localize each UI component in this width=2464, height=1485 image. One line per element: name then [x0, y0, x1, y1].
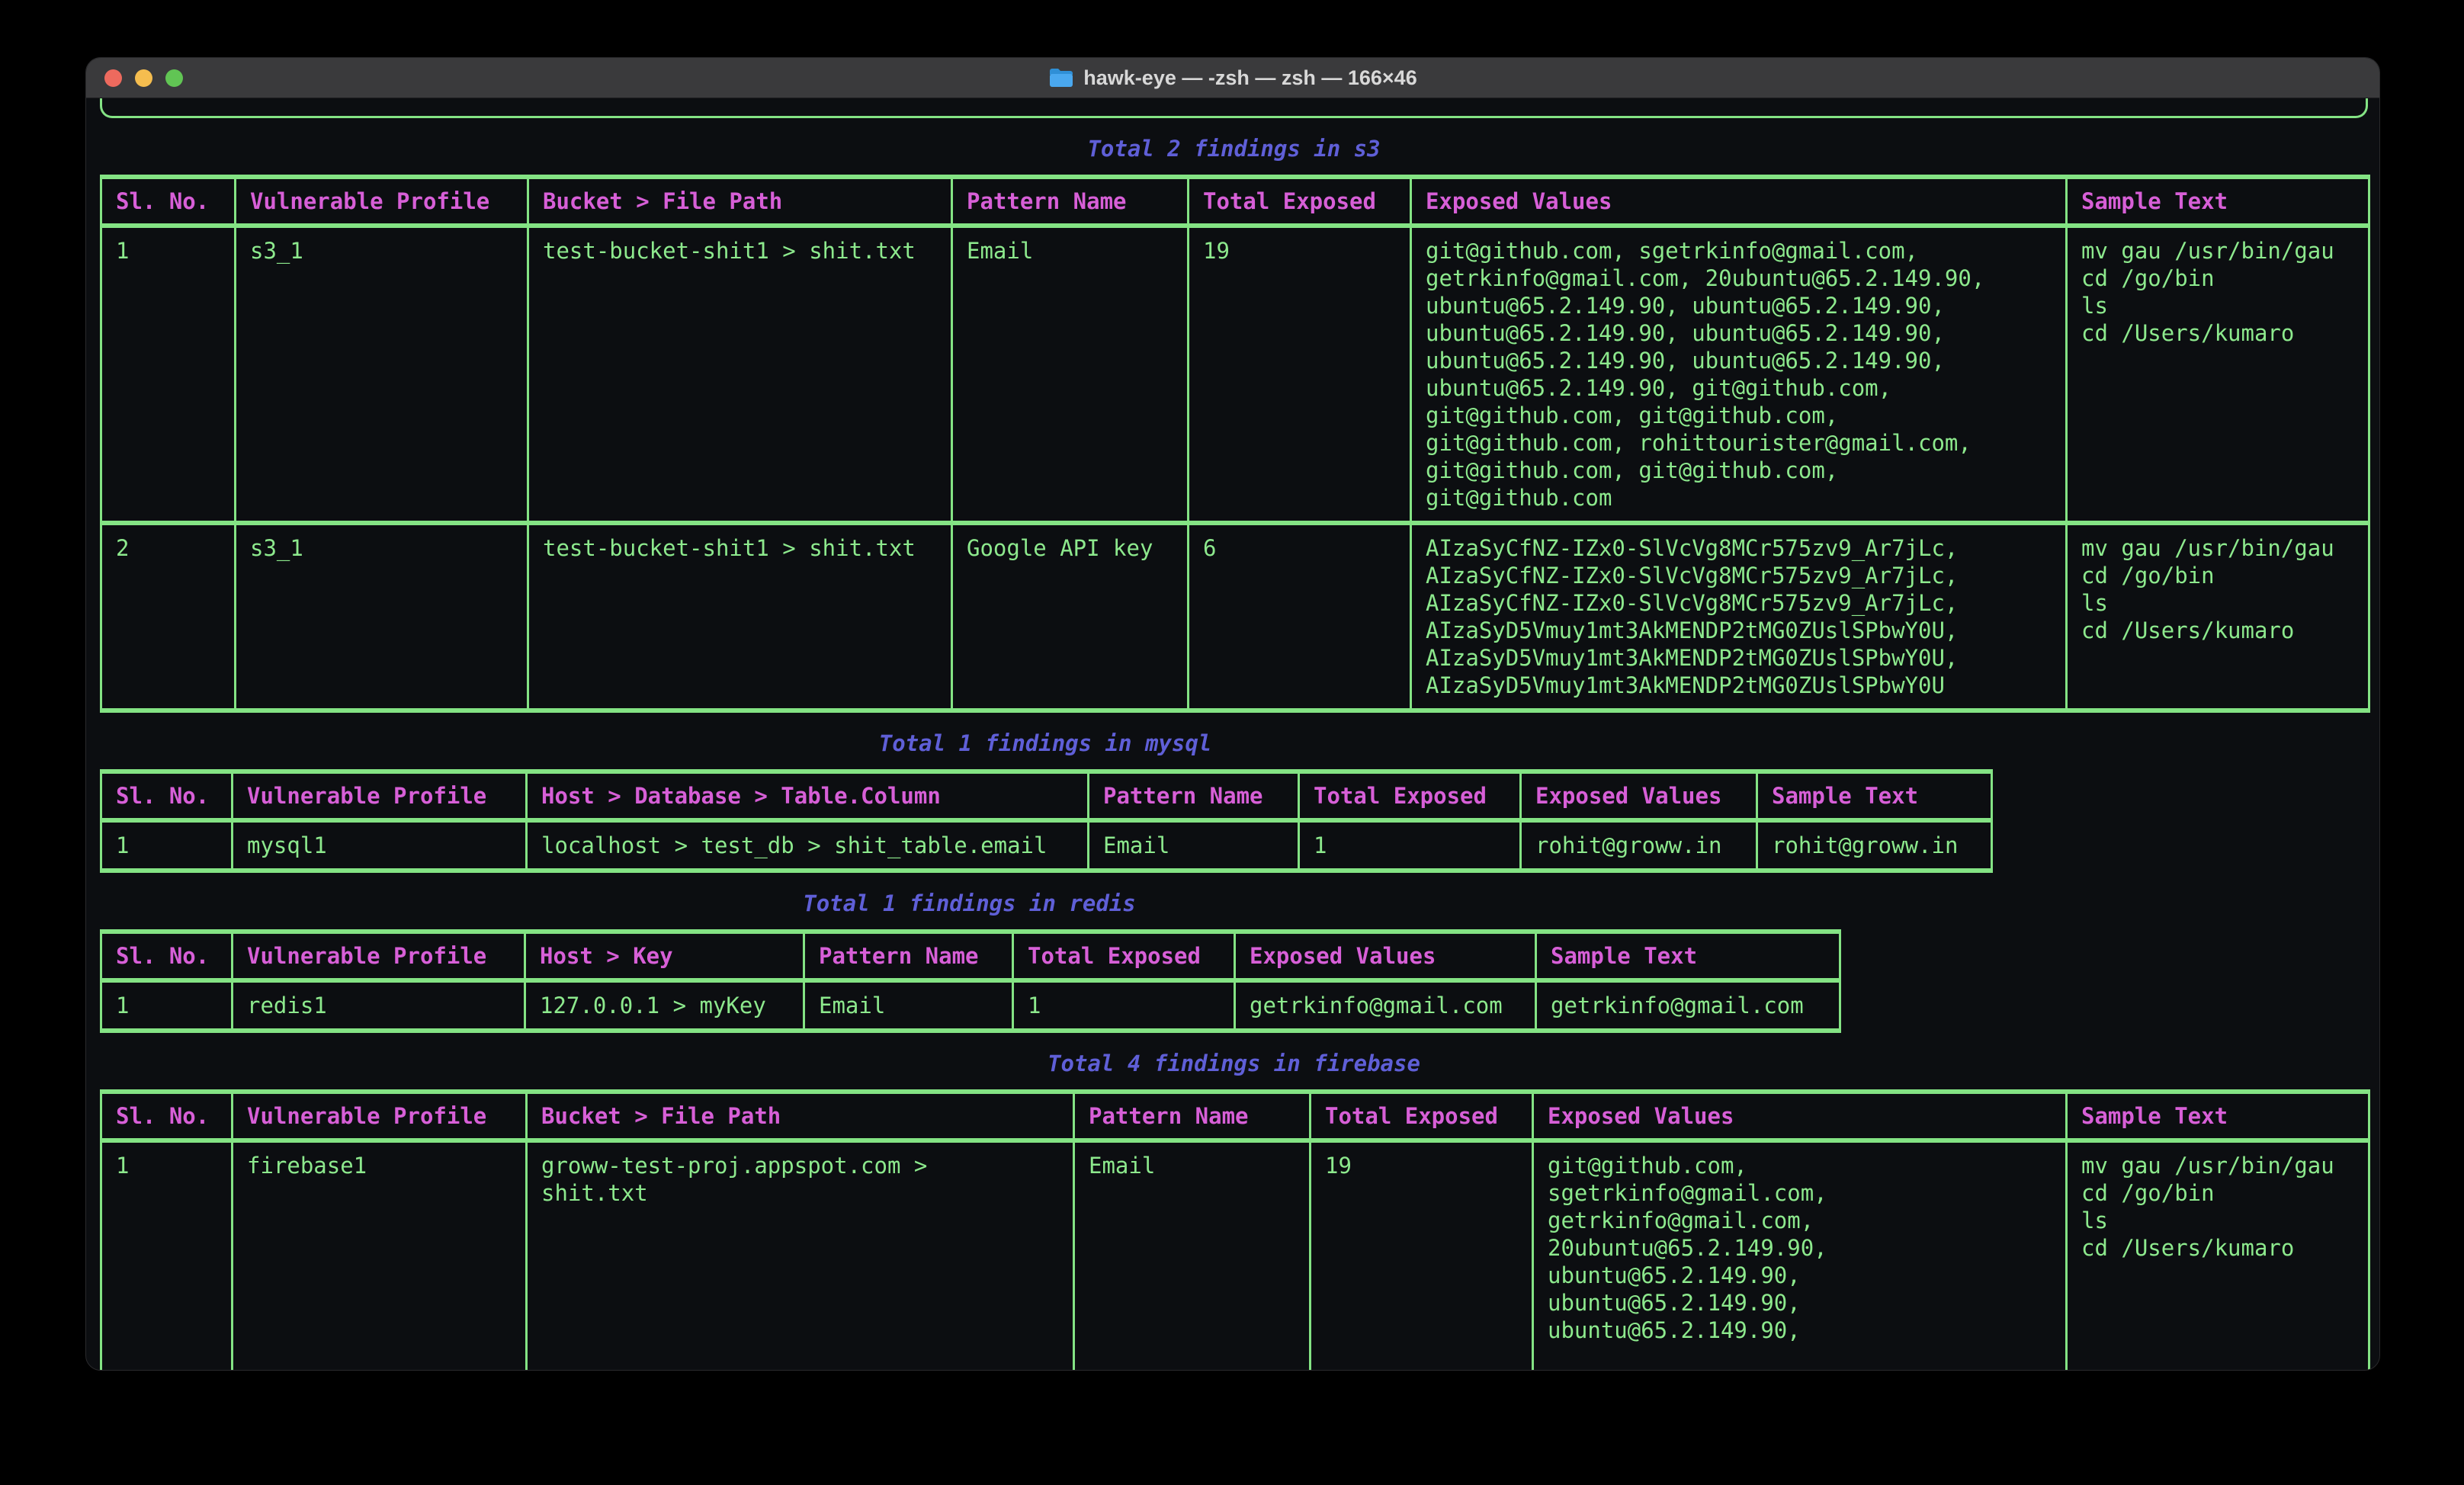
- column-header-pattern: Pattern Name: [804, 932, 1013, 980]
- column-header-pattern: Pattern Name: [952, 177, 1189, 226]
- column-header-sl-no: Sl. No.: [101, 1092, 233, 1140]
- column-header-values: Exposed Values: [1521, 771, 1757, 820]
- column-header-total: Total Exposed: [1013, 932, 1235, 980]
- redis-section-title: Total 1 findings in redis: [100, 890, 1839, 917]
- column-header-sample: Sample Text: [1757, 771, 1992, 820]
- column-header-sl-no: Sl. No.: [101, 932, 233, 980]
- cell-path: groww-test-proj.appspot.com > shit.txt: [527, 1140, 1074, 1370]
- column-header-profile: Vulnerable Profile: [233, 1092, 527, 1140]
- column-header-host: Host > Database > Table.Column: [527, 771, 1089, 820]
- cell-exposed-values: getrkinfo@gmail.com: [1235, 980, 1536, 1031]
- window-title-area: hawk-eye — -zsh — zsh — 166×46: [86, 66, 2379, 90]
- column-header-profile: Vulnerable Profile: [233, 932, 525, 980]
- close-button[interactable]: [104, 69, 122, 87]
- window-title: hawk-eye — -zsh — zsh — 166×46: [1083, 66, 1416, 90]
- cell-pattern: Email: [952, 226, 1189, 523]
- mysql-findings-table: Sl. No. Vulnerable Profile Host > Databa…: [100, 769, 1993, 873]
- folder-icon: [1048, 67, 1074, 88]
- column-header-values: Exposed Values: [1235, 932, 1536, 980]
- table-header-row: Sl. No. Vulnerable Profile Bucket > File…: [101, 177, 2369, 226]
- table-row: 1 s3_1 test-bucket-shit1 > shit.txt Emai…: [101, 226, 2369, 523]
- cell-sl-no: 1: [101, 820, 233, 871]
- cell-profile: firebase1: [233, 1140, 527, 1370]
- cell-sample-text: mv gau /usr/bin/gau cd /go/bin ls cd /Us…: [2067, 523, 2369, 710]
- terminal-window: hawk-eye — -zsh — zsh — 166×46 Total 2 f…: [85, 57, 2380, 1371]
- window-controls: [104, 58, 183, 98]
- column-header-sample: Sample Text: [2067, 177, 2369, 226]
- column-header-values: Exposed Values: [1533, 1092, 2067, 1140]
- cell-sample-text: mv gau /usr/bin/gau cd /go/bin ls cd /Us…: [2067, 226, 2369, 523]
- table-row: 1 mysql1 localhost > test_db > shit_tabl…: [101, 820, 1992, 871]
- cell-sl-no: 1: [101, 1140, 233, 1370]
- cell-profile: s3_1: [236, 226, 528, 523]
- firebase-findings-table: Sl. No. Vulnerable Profile Bucket > File…: [100, 1089, 2370, 1370]
- minimize-button[interactable]: [135, 69, 152, 87]
- cell-exposed-values: AIzaSyCfNZ-IZx0-SlVcVg8MCr575zv9_Ar7jLc,…: [1411, 523, 2067, 710]
- column-header-total: Total Exposed: [1311, 1092, 1533, 1140]
- cell-total: 19: [1189, 226, 1411, 523]
- column-header-pattern: Pattern Name: [1074, 1092, 1311, 1140]
- table-row: 1 firebase1 groww-test-proj.appspot.com …: [101, 1140, 2369, 1370]
- column-header-sl-no: Sl. No.: [101, 771, 233, 820]
- firebase-section-title: Total 4 findings in firebase: [100, 1050, 2368, 1077]
- cell-total: 1: [1299, 820, 1521, 871]
- column-header-sample: Sample Text: [2067, 1092, 2369, 1140]
- cell-total: 6: [1189, 523, 1411, 710]
- column-header-path: Bucket > File Path: [527, 1092, 1074, 1140]
- table-row: 1 redis1 127.0.0.1 > myKey Email 1 getrk…: [101, 980, 1840, 1031]
- cell-path: test-bucket-shit1 > shit.txt: [528, 523, 952, 710]
- cell-path: test-bucket-shit1 > shit.txt: [528, 226, 952, 523]
- table-row: 2 s3_1 test-bucket-shit1 > shit.txt Goog…: [101, 523, 2369, 710]
- zoom-button[interactable]: [165, 69, 183, 87]
- table-header-row: Sl. No. Vulnerable Profile Host > Databa…: [101, 771, 1992, 820]
- cell-exposed-values: git@github.com, sgetrkinfo@gmail.com, ge…: [1533, 1140, 2067, 1370]
- cell-sample-text: rohit@groww.in: [1757, 820, 1992, 871]
- column-header-host: Host > Key: [525, 932, 804, 980]
- table-header-row: Sl. No. Vulnerable Profile Bucket > File…: [101, 1092, 2369, 1140]
- cell-exposed-values: rohit@groww.in: [1521, 820, 1757, 871]
- cell-total: 19: [1311, 1140, 1533, 1370]
- cell-sl-no: 1: [101, 980, 233, 1031]
- redis-findings-table: Sl. No. Vulnerable Profile Host > Key Pa…: [100, 929, 1841, 1033]
- column-header-pattern: Pattern Name: [1089, 771, 1299, 820]
- column-header-profile: Vulnerable Profile: [233, 771, 527, 820]
- cell-profile: mysql1: [233, 820, 527, 871]
- s3-findings-table: Sl. No. Vulnerable Profile Bucket > File…: [100, 175, 2370, 713]
- cell-profile: s3_1: [236, 523, 528, 710]
- table-header-row: Sl. No. Vulnerable Profile Host > Key Pa…: [101, 932, 1840, 980]
- column-header-values: Exposed Values: [1411, 177, 2067, 226]
- column-header-total: Total Exposed: [1189, 177, 1411, 226]
- desktop-background: hawk-eye — -zsh — zsh — 166×46 Total 2 f…: [0, 0, 2464, 1485]
- s3-section-title: Total 2 findings in s3: [100, 135, 2368, 162]
- column-header-profile: Vulnerable Profile: [236, 177, 528, 226]
- cell-pattern: Email: [1074, 1140, 1311, 1370]
- titlebar: hawk-eye — -zsh — zsh — 166×46: [86, 58, 2379, 98]
- column-header-total: Total Exposed: [1299, 771, 1521, 820]
- column-header-path: Bucket > File Path: [528, 177, 952, 226]
- cell-sample-text: mv gau /usr/bin/gau cd /go/bin ls cd /Us…: [2067, 1140, 2369, 1370]
- column-header-sample: Sample Text: [1536, 932, 1840, 980]
- cell-pattern: Email: [1089, 820, 1299, 871]
- cell-total: 1: [1013, 980, 1235, 1031]
- terminal-content[interactable]: Total 2 findings in s3 Sl. No. Vulnerabl…: [86, 98, 2379, 1370]
- cell-exposed-values: git@github.com, sgetrkinfo@gmail.com, ge…: [1411, 226, 2067, 523]
- cell-host: 127.0.0.1 > myKey: [525, 980, 804, 1031]
- column-header-sl-no: Sl. No.: [101, 177, 236, 226]
- cell-host: localhost > test_db > shit_table.email: [527, 820, 1089, 871]
- cell-pattern: Google API key: [952, 523, 1189, 710]
- cell-pattern: Email: [804, 980, 1013, 1031]
- cell-sl-no: 2: [101, 523, 236, 710]
- cell-sample-text: getrkinfo@gmail.com: [1536, 980, 1840, 1031]
- truncated-table-bottom-border: [100, 98, 2368, 118]
- mysql-section-title: Total 1 findings in mysql: [100, 730, 1991, 757]
- cell-sl-no: 1: [101, 226, 236, 523]
- cell-profile: redis1: [233, 980, 525, 1031]
